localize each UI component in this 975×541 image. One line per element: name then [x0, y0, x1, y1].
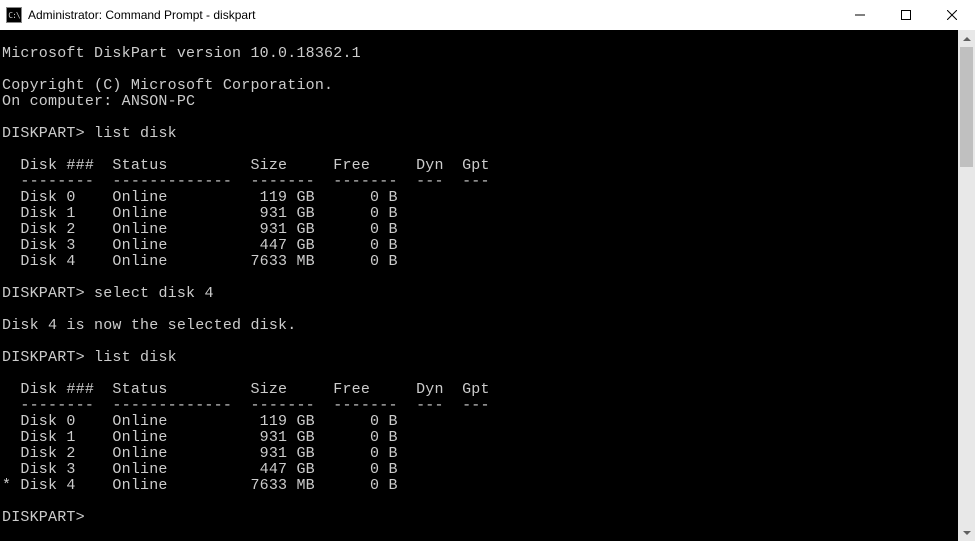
blank-line [2, 493, 11, 510]
computer-line: On computer: ANSON-PC [2, 93, 195, 110]
terminal-output[interactable]: Microsoft DiskPart version 10.0.18362.1 … [0, 30, 958, 541]
prompt-line: DISKPART> list disk [2, 349, 177, 366]
blank-line [2, 61, 11, 78]
cmd-icon-text: C:\ [8, 11, 19, 20]
chevron-up-icon [963, 37, 971, 41]
blank-line [2, 301, 11, 318]
table-divider: -------- ------------- ------- ------- -… [2, 173, 490, 190]
version-line: Microsoft DiskPart version 10.0.18362.1 [2, 45, 361, 62]
disk-row: Disk 0 Online 119 GB 0 B [2, 189, 398, 206]
window-controls [837, 0, 975, 30]
chevron-down-icon [963, 531, 971, 535]
scrollbar[interactable] [958, 30, 975, 541]
blank-line [2, 30, 11, 46]
minimize-button[interactable] [837, 0, 883, 30]
disk-row: Disk 1 Online 931 GB 0 B [2, 429, 398, 446]
titlebar: C:\ Administrator: Command Prompt - disk… [0, 0, 975, 30]
blank-line [2, 141, 11, 158]
minimize-icon [855, 10, 865, 20]
scroll-up-button[interactable] [958, 30, 975, 47]
disk-row: * Disk 4 Online 7633 MB 0 B [2, 477, 398, 494]
prompt-line: DISKPART> list disk [2, 125, 177, 142]
terminal-area: Microsoft DiskPart version 10.0.18362.1 … [0, 30, 975, 541]
blank-line [2, 365, 11, 382]
copyright-line: Copyright (C) Microsoft Corporation. [2, 77, 333, 94]
blank-line [2, 109, 11, 126]
close-icon [947, 10, 957, 20]
table-divider: -------- ------------- ------- ------- -… [2, 397, 490, 414]
scroll-down-button[interactable] [958, 524, 975, 541]
disk-row: Disk 2 Online 931 GB 0 B [2, 445, 398, 462]
disk-row: Disk 3 Online 447 GB 0 B [2, 461, 398, 478]
disk-row: Disk 0 Online 119 GB 0 B [2, 413, 398, 430]
prompt-line[interactable]: DISKPART> [2, 509, 85, 526]
disk-row: Disk 3 Online 447 GB 0 B [2, 237, 398, 254]
maximize-button[interactable] [883, 0, 929, 30]
blank-line [2, 269, 11, 286]
response-line: Disk 4 is now the selected disk. [2, 317, 296, 334]
table-header: Disk ### Status Size Free Dyn Gpt [2, 381, 490, 398]
disk-row: Disk 1 Online 931 GB 0 B [2, 205, 398, 222]
disk-row: Disk 4 Online 7633 MB 0 B [2, 253, 398, 270]
table-header: Disk ### Status Size Free Dyn Gpt [2, 157, 490, 174]
blank-line [2, 333, 11, 350]
scroll-thumb[interactable] [960, 47, 973, 167]
cmd-icon: C:\ [6, 7, 22, 23]
prompt-line: DISKPART> select disk 4 [2, 285, 214, 302]
disk-row: Disk 2 Online 931 GB 0 B [2, 221, 398, 238]
close-button[interactable] [929, 0, 975, 30]
window-title: Administrator: Command Prompt - diskpart [28, 8, 837, 22]
maximize-icon [901, 10, 911, 20]
